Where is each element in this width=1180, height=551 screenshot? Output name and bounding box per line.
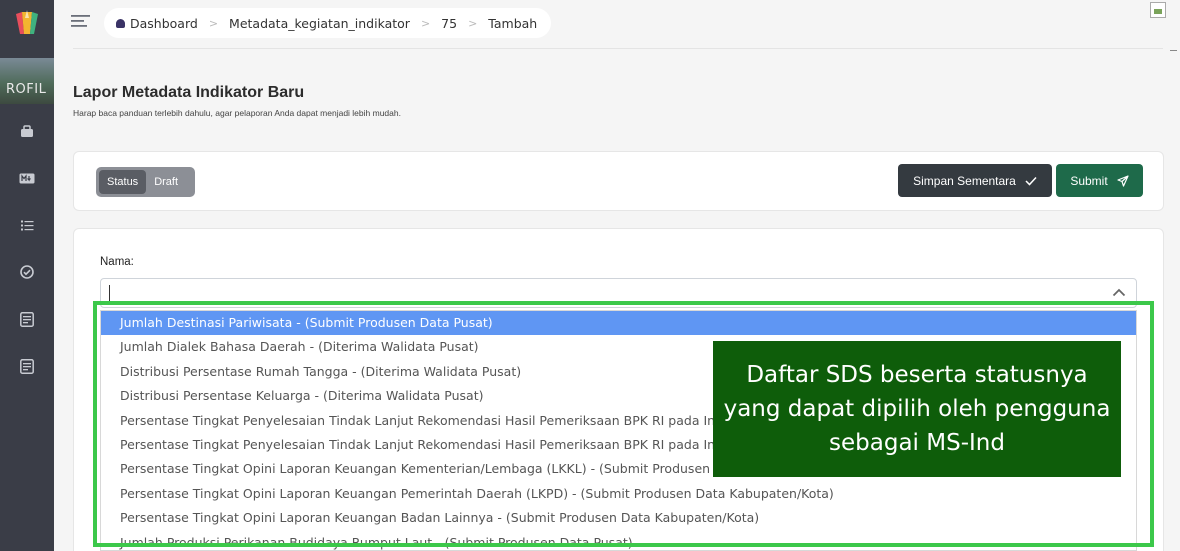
home-icon xyxy=(116,18,125,28)
annotation-callout: Daftar SDS beserta statusnya yang dapat … xyxy=(713,341,1121,477)
status-toggle[interactable]: Status Draft xyxy=(96,167,195,197)
toggle-status[interactable]: Status xyxy=(99,170,147,194)
profile-avatar[interactable]: ROFIL xyxy=(0,58,54,104)
breadcrumb-separator: > xyxy=(208,16,219,30)
menu-toggle-icon[interactable] xyxy=(71,13,91,29)
name-label: Nama: xyxy=(100,256,134,268)
divider-mark xyxy=(1170,50,1177,51)
bag-icon[interactable] xyxy=(17,121,37,141)
profile-label: ROFIL xyxy=(6,82,47,97)
submit-label: Submit xyxy=(1070,173,1108,188)
breadcrumb-item-current: Tambah xyxy=(488,15,538,31)
breadcrumb-item-id[interactable]: 75 xyxy=(441,16,457,31)
breadcrumb-separator: > xyxy=(420,16,431,30)
text-cursor xyxy=(109,285,110,301)
check-circle-icon[interactable] xyxy=(17,262,37,282)
breadcrumb-separator: > xyxy=(468,16,478,30)
markdown-icon[interactable] xyxy=(17,168,37,188)
send-icon xyxy=(1117,174,1129,187)
breadcrumb-item-dashboard[interactable]: Dashboard xyxy=(130,16,198,31)
page-subtitle: Harap baca panduan terlebih dahulu, agar… xyxy=(73,108,401,118)
list-icon[interactable] xyxy=(17,215,37,235)
document-icon[interactable] xyxy=(17,309,37,329)
header-divider xyxy=(73,48,1163,49)
sidebar: ROFIL xyxy=(0,0,54,551)
save-draft-label: Simpan Sementara xyxy=(913,173,1016,188)
toggle-draft[interactable]: Draft xyxy=(146,170,186,194)
save-draft-button[interactable]: Simpan Sementara xyxy=(898,164,1052,197)
document-icon[interactable] xyxy=(17,356,37,376)
check-icon xyxy=(1025,176,1037,186)
broken-image-icon xyxy=(1150,2,1166,18)
page-title: Lapor Metadata Indikator Baru xyxy=(73,84,305,101)
breadcrumb-item-metadata[interactable]: Metadata_kegiatan_indikator xyxy=(229,16,410,31)
submit-button[interactable]: Submit xyxy=(1056,164,1143,197)
app-logo-icon[interactable] xyxy=(12,8,42,38)
breadcrumb: Dashboard > Metadata_kegiatan_indikator … xyxy=(104,8,552,38)
chevron-up-icon[interactable] xyxy=(1112,288,1126,297)
